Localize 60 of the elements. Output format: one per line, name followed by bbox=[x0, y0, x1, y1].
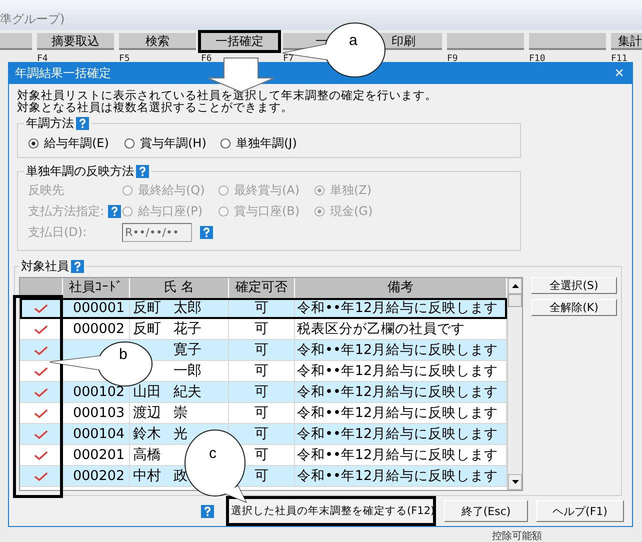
table-cell-text: 可 bbox=[254, 383, 268, 402]
callout-label: a bbox=[349, 32, 358, 49]
deduction-label: 控除可能額 bbox=[492, 530, 542, 542]
table-cell-text: 令和••年12月給与に反映します bbox=[297, 404, 498, 423]
table-cell-text: 令和••年12月給与に反映します bbox=[297, 467, 498, 486]
table-cell-text: 令和••年12月給与に反映します bbox=[297, 446, 498, 465]
table-cell-text: 000002 bbox=[73, 320, 125, 339]
table-cell-text: 可 bbox=[254, 299, 268, 318]
field-label: 支払日(D): bbox=[28, 224, 87, 241]
table-cell-text: 中村 bbox=[133, 467, 162, 486]
group-title: 対象社員 bbox=[21, 258, 69, 275]
table-cell-text: 令和••年12月給与に反映します bbox=[297, 425, 498, 444]
table-cell-text: 可 bbox=[254, 320, 268, 339]
table-cell-text: 高橋 bbox=[133, 446, 162, 465]
table-cell-text: 可 bbox=[254, 404, 268, 423]
table-cell-text: 鈴木 bbox=[133, 425, 162, 444]
table-cell-text: 000104 bbox=[73, 425, 125, 444]
table-cell-text: 花子 bbox=[174, 320, 202, 339]
group-title: 年調方法 bbox=[26, 115, 74, 132]
table-cell-text: 000102 bbox=[73, 383, 125, 402]
function-key-label: F7 bbox=[283, 54, 295, 64]
table-cell-text: 可 bbox=[254, 341, 268, 360]
dialog-title: 年調結果一括確定 bbox=[15, 65, 111, 82]
table-cell-text: 一郎 bbox=[174, 362, 202, 381]
app-title: 準グループ) bbox=[0, 11, 65, 28]
table-cell-text: 崇 bbox=[174, 404, 188, 423]
table-cell-text: 000001 bbox=[73, 299, 125, 318]
table-cell-text: 反町 bbox=[133, 320, 162, 339]
table-cell-text: 000202 bbox=[73, 467, 125, 486]
function-key-label: F11 bbox=[611, 54, 628, 64]
table-cell-text: 政 bbox=[174, 467, 188, 486]
function-key-label: F10 bbox=[529, 54, 546, 64]
group-title: 単独年調の反映方法 bbox=[26, 163, 134, 180]
function-key-label: F4 bbox=[37, 54, 49, 64]
table-cell-text: 税表区分が乙欄の社員です bbox=[297, 320, 465, 339]
table-cell-text: 光 bbox=[174, 425, 188, 444]
table-cell-text: 可 bbox=[254, 362, 268, 381]
table-cell-text: 令和••年12月給与に反映します bbox=[297, 383, 498, 402]
table-cell-text: 可 bbox=[254, 467, 268, 486]
table-cell-text: 令和••年12月給与に反映します bbox=[297, 341, 498, 360]
table-cell-text: 紀夫 bbox=[174, 383, 202, 402]
table-cell-text: 寛子 bbox=[174, 341, 202, 360]
field-label: 反映先 bbox=[28, 182, 64, 199]
table-cell-text: 000201 bbox=[73, 446, 125, 465]
field-label: 支払方法指定: bbox=[28, 203, 104, 220]
table-cell-text: 山田 bbox=[133, 383, 162, 402]
table-cell-text: 可 bbox=[254, 425, 268, 444]
instruction-text: 対象となる社員は複数名選択することができます。 bbox=[17, 101, 293, 113]
function-key-label: F9 bbox=[447, 54, 459, 64]
table-cell-text: 反町 bbox=[133, 299, 162, 318]
callout-label: b bbox=[119, 346, 128, 363]
function-key-label: F5 bbox=[119, 54, 131, 64]
table-cell-text: 令和••年12月給与に反映します bbox=[297, 362, 498, 381]
table-cell-text: 可 bbox=[254, 446, 268, 465]
table-cell-text: 太郎 bbox=[174, 299, 202, 318]
table-cell-text: 令和••年12月給与に反映します bbox=[297, 299, 498, 318]
table-cell-text: 000103 bbox=[73, 404, 125, 423]
callout-label: c bbox=[209, 445, 216, 462]
function-key-label: F6 bbox=[201, 54, 213, 64]
table-cell-text: 渡辺 bbox=[133, 404, 162, 423]
